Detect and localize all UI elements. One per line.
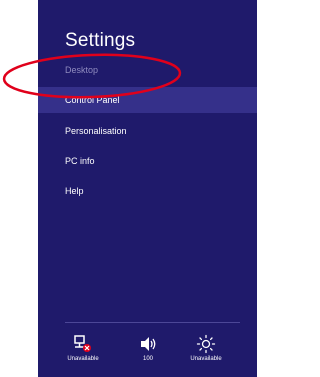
network-tile[interactable]: Unavailable xyxy=(58,334,108,362)
menu-item-control-panel[interactable]: Control Panel xyxy=(38,87,257,113)
network-status-label: Unavailable xyxy=(67,356,99,362)
settings-charm: Settings Desktop Control Panel Personali… xyxy=(38,0,257,377)
menu-item-pc-info[interactable]: PC info xyxy=(38,148,257,174)
volume-level-label: 100 xyxy=(142,356,153,362)
brightness-tile[interactable]: Unavailable xyxy=(181,334,231,362)
brightness-icon xyxy=(196,334,216,354)
menu-item-desktop: Desktop xyxy=(65,65,99,75)
tray-divider xyxy=(65,322,240,323)
volume-icon xyxy=(141,337,156,351)
network-unavailable-icon xyxy=(74,335,91,352)
settings-title: Settings xyxy=(65,30,136,51)
menu-item-personalisation[interactable]: Personalisation xyxy=(38,118,257,144)
menu-item-help[interactable]: Help xyxy=(38,178,257,204)
volume-tile[interactable]: 100 xyxy=(123,334,173,362)
brightness-status-label: Unavailable xyxy=(190,356,222,362)
